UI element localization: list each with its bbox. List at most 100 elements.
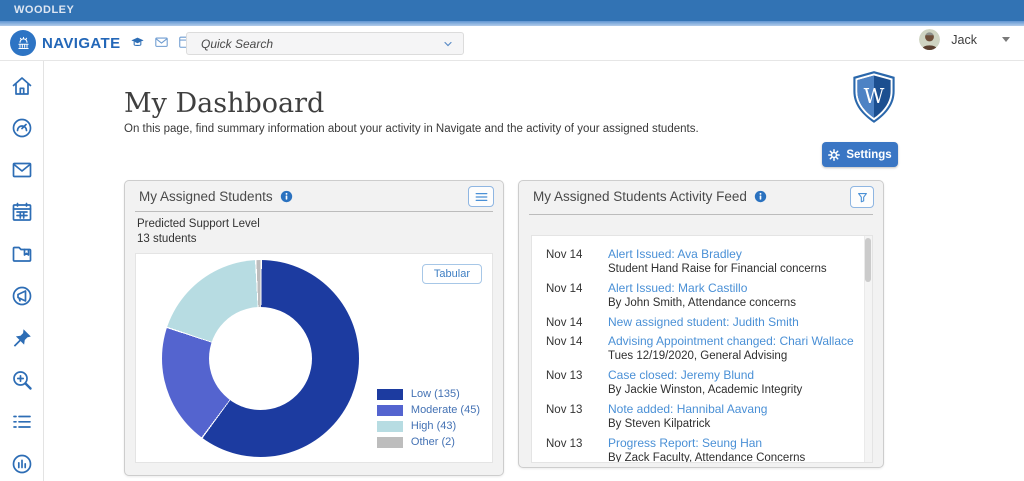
feed-body: New assigned student: Judith Smith bbox=[608, 316, 799, 329]
sidebar-item-calendar[interactable] bbox=[9, 200, 35, 224]
app-header: NAVIGATE Quick Search bbox=[0, 26, 1024, 61]
feed-link[interactable]: Progress Report: Seung Han bbox=[608, 437, 805, 450]
activity-feed-header: My Assigned Students Activity Feed bbox=[519, 181, 883, 211]
gear-icon bbox=[828, 149, 840, 161]
legend-label: Other (2) bbox=[411, 436, 455, 448]
feed-link[interactable]: Note added: Hannibal Aavang bbox=[608, 403, 767, 416]
settings-button[interactable]: Settings bbox=[822, 142, 898, 167]
feed-body: Note added: Hannibal AavangBy Steven Kil… bbox=[608, 403, 767, 431]
sidebar-nav bbox=[0, 61, 44, 481]
shield-letter: W bbox=[864, 84, 885, 108]
legend-item: Low (135) bbox=[377, 388, 480, 400]
donut-chart-panel: Tabular Low (135) Moderate (45) High (43) O… bbox=[135, 253, 493, 463]
envelope-icon[interactable] bbox=[154, 35, 169, 49]
feed-detail: Student Hand Raise for Financial concern… bbox=[608, 263, 827, 276]
sidebar-item-gauge[interactable] bbox=[9, 116, 35, 140]
feed-item: Nov 14Alert Issued: Mark CastilloBy John… bbox=[546, 282, 858, 310]
legend-label: Moderate (45) bbox=[411, 404, 480, 416]
legend-label: Low (135) bbox=[411, 388, 460, 400]
feed-date: Nov 13 bbox=[546, 437, 608, 463]
sidebar-item-home[interactable] bbox=[9, 74, 35, 98]
legend-swatch bbox=[377, 389, 403, 400]
feed-detail: Tues 12/19/2020, General Advising bbox=[608, 350, 854, 363]
user-avatar bbox=[919, 29, 940, 50]
donut-chart[interactable] bbox=[162, 260, 359, 457]
top-banner: WOODLEY bbox=[0, 0, 1024, 21]
feed-body: Case closed: Jeremy Blund By Jackie Winst… bbox=[608, 369, 802, 397]
assigned-students-card: My Assigned Students Predicted Support L… bbox=[124, 180, 504, 476]
institution-name: WOODLEY bbox=[14, 4, 74, 16]
feed-link[interactable]: Alert Issued: Mark Castillo bbox=[608, 282, 796, 295]
legend-swatch bbox=[377, 405, 403, 416]
chart-menu-button[interactable] bbox=[468, 186, 494, 207]
legend-item: Other (2) bbox=[377, 436, 480, 448]
activity-feed-title: My Assigned Students Activity Feed bbox=[533, 189, 747, 204]
feed-date: Nov 14 bbox=[546, 248, 608, 276]
feed-date: Nov 14 bbox=[546, 335, 608, 363]
home-icon bbox=[10, 74, 34, 98]
pin-icon bbox=[10, 326, 34, 350]
sidebar-item-pin[interactable] bbox=[9, 326, 35, 350]
graduation-cap-icon[interactable] bbox=[130, 35, 145, 49]
assigned-students-header: My Assigned Students bbox=[125, 181, 503, 211]
activity-feed-panel: Nov 14Alert Issued: Ava BradleyStudent H… bbox=[531, 235, 873, 463]
feed-date: Nov 13 bbox=[546, 403, 608, 431]
feed-item: Nov 14Alert Issued: Ava Bradley Student H… bbox=[546, 248, 858, 276]
feed-filter-button[interactable] bbox=[850, 186, 874, 208]
feed-detail: By Jackie Winston, Academic Integrity bbox=[608, 384, 802, 397]
user-name: Jack bbox=[951, 33, 977, 47]
hamburger-menu-icon bbox=[474, 191, 489, 203]
calendar-icon bbox=[10, 200, 34, 224]
feed-link[interactable]: New assigned student: Judith Smith bbox=[608, 316, 799, 329]
megaphone-icon bbox=[10, 284, 34, 308]
chart-subtitle-line2: 13 students bbox=[137, 232, 503, 247]
legend-swatch bbox=[377, 437, 403, 448]
page-subtitle: On this page, find summary information a… bbox=[124, 123, 699, 135]
envelope-icon bbox=[10, 158, 34, 182]
info-icon[interactable] bbox=[754, 190, 767, 203]
sidebar-item-bar-chart[interactable] bbox=[9, 452, 35, 476]
activity-feed-card: My Assigned Students Activity Feed Nov 1… bbox=[518, 180, 884, 468]
feed-date: Nov 13 bbox=[546, 369, 608, 397]
feed-body: Alert Issued: Ava Bradley Student Hand Ra… bbox=[608, 248, 827, 276]
legend-item: Moderate (45) bbox=[377, 404, 480, 416]
chart-subtitle: Predicted Support Level 13 students bbox=[125, 212, 503, 246]
sidebar-item-search-plus[interactable] bbox=[9, 368, 35, 392]
card-divider bbox=[529, 214, 873, 215]
quick-search[interactable]: Quick Search bbox=[186, 32, 464, 55]
feed-body: Alert Issued: Mark CastilloBy John Smith… bbox=[608, 282, 796, 310]
user-menu[interactable]: Jack bbox=[919, 29, 1010, 50]
feed-item: Nov 13Progress Report: Seung Han By Zack … bbox=[546, 437, 858, 463]
chevron-down-icon bbox=[442, 38, 454, 50]
school-shield-logo: W bbox=[850, 70, 898, 124]
sidebar-item-megaphone[interactable] bbox=[9, 284, 35, 308]
gauge-icon bbox=[10, 116, 34, 140]
feed-link[interactable]: Alert Issued: Ava Bradley bbox=[608, 248, 827, 261]
activity-feed-list: Nov 14Alert Issued: Ava BradleyStudent H… bbox=[532, 236, 872, 463]
sidebar-item-folder-bookmark[interactable] bbox=[9, 242, 35, 266]
feed-detail: By Zack Faculty, Attendance Concerns bbox=[608, 452, 805, 463]
feed-link[interactable]: Advising Appointment changed: Chari Wall… bbox=[608, 335, 854, 348]
tabular-toggle-button[interactable]: Tabular bbox=[422, 264, 482, 284]
list-icon bbox=[10, 410, 34, 434]
info-icon[interactable] bbox=[280, 190, 293, 203]
feed-scrollbar[interactable] bbox=[864, 236, 872, 462]
feed-date: Nov 14 bbox=[546, 282, 608, 310]
main-content: My Dashboard On this page, find summary … bbox=[44, 61, 1024, 481]
feed-body: Progress Report: Seung Han By Zack Facult… bbox=[608, 437, 805, 463]
feed-date: Nov 14 bbox=[546, 316, 608, 329]
header-quick-icons bbox=[130, 35, 192, 49]
sidebar-item-envelope[interactable] bbox=[9, 158, 35, 182]
sidebar-item-list[interactable] bbox=[9, 410, 35, 434]
brand-name[interactable]: NAVIGATE bbox=[42, 35, 120, 52]
feed-link[interactable]: Case closed: Jeremy Blund bbox=[608, 369, 802, 382]
page-title: My Dashboard bbox=[124, 88, 324, 119]
feed-scrollbar-thumb[interactable] bbox=[865, 238, 871, 282]
legend-label: High (43) bbox=[411, 420, 456, 432]
assigned-students-title: My Assigned Students bbox=[139, 189, 273, 204]
navigate-logo[interactable] bbox=[10, 30, 36, 56]
feed-item: Nov 13Case closed: Jeremy Blund By Jackie… bbox=[546, 369, 858, 397]
bar-chart-icon bbox=[10, 452, 34, 476]
chart-subtitle-line1: Predicted Support Level bbox=[137, 217, 503, 232]
search-plus-icon bbox=[10, 368, 34, 392]
